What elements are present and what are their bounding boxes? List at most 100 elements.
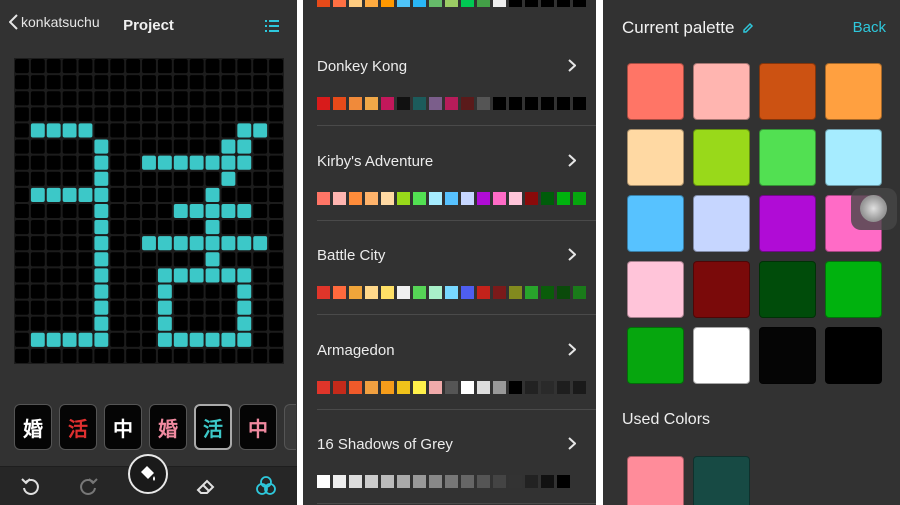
pixel-off[interactable]	[189, 171, 204, 186]
pixel-off[interactable]	[110, 332, 125, 347]
pixel-on[interactable]	[94, 252, 109, 267]
pixel-off[interactable]	[173, 220, 188, 235]
pixel-off[interactable]	[78, 75, 93, 90]
pixel-on[interactable]	[221, 268, 236, 283]
palette-row[interactable]: Donkey Kong	[303, 31, 596, 126]
palette-color-cell[interactable]	[825, 63, 882, 120]
pixel-on[interactable]	[62, 332, 77, 347]
pixel-off[interactable]	[173, 252, 188, 267]
pixel-off[interactable]	[269, 316, 283, 331]
pixel-off[interactable]	[221, 75, 236, 90]
palette-row[interactable]: Armagedon	[303, 315, 596, 410]
pixel-off[interactable]	[253, 155, 268, 170]
pixel-on[interactable]	[46, 187, 61, 202]
pixel-off[interactable]	[62, 139, 77, 154]
back-link[interactable]: Back	[853, 19, 886, 36]
pixel-off[interactable]	[78, 220, 93, 235]
pixel-on[interactable]	[62, 123, 77, 138]
pixel-on[interactable]	[94, 220, 109, 235]
pixel-off[interactable]	[253, 348, 268, 363]
pixel-on[interactable]	[237, 332, 252, 347]
pixel-off[interactable]	[253, 332, 268, 347]
pixel-off[interactable]	[126, 268, 141, 283]
pixel-off[interactable]	[15, 348, 29, 363]
pixel-on[interactable]	[237, 284, 252, 299]
pixel-off[interactable]	[126, 187, 141, 202]
pixel-off[interactable]	[269, 220, 283, 235]
undo-icon[interactable]	[20, 475, 42, 502]
assistive-touch-button[interactable]	[851, 188, 897, 230]
pixel-off[interactable]	[205, 348, 220, 363]
palette-color-cell[interactable]	[825, 261, 882, 318]
pixel-off[interactable]	[205, 123, 220, 138]
pixel-off[interactable]	[157, 75, 172, 90]
pixel-on[interactable]	[205, 236, 220, 251]
pixel-off[interactable]	[237, 348, 252, 363]
pixel-off[interactable]	[157, 139, 172, 154]
pixel-off[interactable]	[173, 91, 188, 106]
pixel-off[interactable]	[269, 332, 283, 347]
pixel-off[interactable]	[237, 107, 252, 122]
pixel-off[interactable]	[269, 236, 283, 251]
pixel-off[interactable]	[126, 236, 141, 251]
pixel-off[interactable]	[78, 107, 93, 122]
pixel-on[interactable]	[78, 187, 93, 202]
pixel-off[interactable]	[237, 91, 252, 106]
pixel-off[interactable]	[221, 300, 236, 315]
pixel-on[interactable]	[173, 268, 188, 283]
pixel-off[interactable]	[94, 75, 109, 90]
pixel-on[interactable]	[237, 316, 252, 331]
pixel-off[interactable]	[15, 187, 29, 202]
pixel-off[interactable]	[78, 155, 93, 170]
pixel-off[interactable]	[94, 59, 109, 74]
pixel-on[interactable]	[94, 316, 109, 331]
pixel-off[interactable]	[173, 171, 188, 186]
pixel-on[interactable]	[62, 187, 77, 202]
pixel-off[interactable]	[237, 252, 252, 267]
pixel-off[interactable]	[46, 107, 61, 122]
pixel-off[interactable]	[142, 107, 156, 122]
pixel-on[interactable]	[157, 268, 172, 283]
palette-color-cell[interactable]	[627, 129, 684, 186]
pixel-off[interactable]	[142, 220, 156, 235]
palette-color-cell[interactable]	[693, 63, 750, 120]
pixel-on[interactable]	[237, 123, 252, 138]
pixel-off[interactable]	[205, 91, 220, 106]
pixel-off[interactable]	[62, 59, 77, 74]
pixel-off[interactable]	[269, 107, 283, 122]
pixel-off[interactable]	[78, 252, 93, 267]
pixel-off[interactable]	[62, 107, 77, 122]
pixel-on[interactable]	[94, 332, 109, 347]
pixel-on[interactable]	[94, 155, 109, 170]
pixel-off[interactable]	[221, 252, 236, 267]
pixel-off[interactable]	[142, 59, 156, 74]
pixel-off[interactable]	[189, 284, 204, 299]
pixel-off[interactable]	[46, 220, 61, 235]
pixel-off[interactable]	[189, 220, 204, 235]
pixel-off[interactable]	[157, 107, 172, 122]
pixel-off[interactable]	[221, 187, 236, 202]
pixel-off[interactable]	[142, 284, 156, 299]
pixel-off[interactable]	[62, 171, 77, 186]
pixel-off[interactable]	[269, 139, 283, 154]
palette-color-cell[interactable]	[825, 327, 882, 384]
redo-icon[interactable]	[77, 475, 99, 502]
pixel-off[interactable]	[253, 59, 268, 74]
pixel-off[interactable]	[269, 284, 283, 299]
palette-row[interactable]: Kirby's Adventure	[303, 126, 596, 221]
pixel-on[interactable]	[30, 187, 45, 202]
pixel-off[interactable]	[46, 203, 61, 219]
pixel-on[interactable]	[253, 236, 268, 251]
pixel-off[interactable]	[142, 203, 156, 219]
pixel-off[interactable]	[189, 316, 204, 331]
pixel-off[interactable]	[189, 75, 204, 90]
pixel-off[interactable]	[110, 155, 125, 170]
pixel-off[interactable]	[237, 220, 252, 235]
pixel-off[interactable]	[62, 268, 77, 283]
pixel-off[interactable]	[269, 75, 283, 90]
pixel-off[interactable]	[126, 220, 141, 235]
frame-thumbnail[interactable]: 活	[194, 404, 232, 450]
pixel-off[interactable]	[62, 220, 77, 235]
pixel-off[interactable]	[126, 139, 141, 154]
frame-thumbnail[interactable]: 婚	[14, 404, 52, 450]
